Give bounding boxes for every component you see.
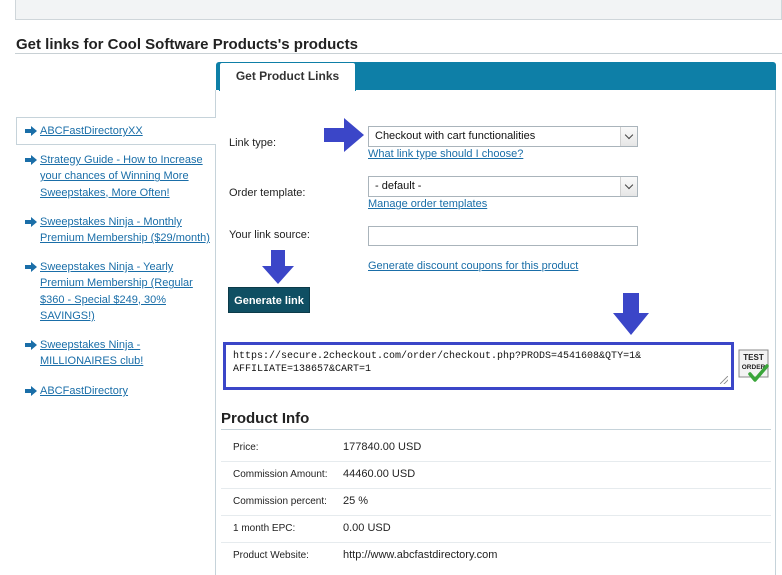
svg-text:TEST: TEST: [743, 353, 764, 362]
arrow-right-icon: [25, 126, 37, 136]
info-row-commission-percent: Commission percent: 25 %: [221, 489, 771, 516]
chevron-down-icon: [620, 177, 637, 196]
link-type-value: Checkout with cart functionalities: [375, 130, 536, 142]
order-template-value: - default -: [375, 180, 422, 192]
sidebar-item-ninja-monthly[interactable]: Sweepstakes Ninja - Monthly Premium Memb…: [25, 214, 210, 247]
resize-grip-icon[interactable]: [720, 376, 728, 384]
arrow-right-icon: [25, 386, 37, 396]
annotation-arrow-down-icon: [262, 250, 294, 284]
info-value: 44460.00 USD: [343, 468, 416, 480]
arrow-right-icon: [25, 262, 37, 272]
sidebar-item-abcfastdirectory[interactable]: ABCFastDirectory: [25, 383, 210, 399]
title-divider: [15, 53, 782, 54]
info-key: Price:: [233, 442, 259, 453]
sidebar-item-strategy-guide[interactable]: Strategy Guide - How to Increase your ch…: [25, 152, 210, 201]
test-order-icon[interactable]: TEST ORDER: [738, 349, 770, 383]
page-title: Get links for Cool Software Products's p…: [16, 36, 358, 53]
manage-templates-link[interactable]: Manage order templates: [368, 198, 487, 210]
info-row-epc: 1 month EPC: 0.00 USD: [221, 516, 771, 543]
info-key: Commission percent:: [233, 496, 327, 507]
info-row-price: Price: 177840.00 USD: [221, 435, 771, 462]
info-value: 25 %: [343, 495, 369, 507]
link-type-help-link[interactable]: What link type should I choose?: [368, 148, 523, 160]
link-source-label: Your link source:: [229, 229, 310, 241]
sidebar-item-label[interactable]: ABCFastDirectory: [25, 383, 210, 399]
arrow-right-icon: [25, 340, 37, 350]
annotation-arrow-down-icon: [613, 293, 649, 335]
annotation-arrow-right-icon: [324, 118, 364, 152]
info-row-website: Product Website: http://www.abcfastdirec…: [221, 543, 771, 570]
product-info-title: Product Info: [221, 410, 310, 427]
info-key: Product Website:: [233, 550, 309, 561]
info-value: http://www.abcfastdirectory.com: [343, 549, 498, 561]
sidebar-item-label[interactable]: Sweepstakes Ninja - Yearly Premium Membe…: [25, 259, 210, 324]
chevron-down-icon: [620, 127, 637, 146]
info-value: 177840.00 USD: [343, 441, 422, 453]
arrow-right-icon: [25, 217, 37, 227]
generate-link-button[interactable]: Generate link: [228, 287, 310, 313]
order-template-label: Order template:: [229, 187, 306, 199]
top-bar: [15, 0, 782, 20]
generated-link-line-1: https://secure.2checkout.com/order/check…: [233, 351, 642, 362]
sidebar-item-ninja-millionaires[interactable]: Sweepstakes Ninja - MILLIONAIRES club!: [25, 337, 210, 370]
info-key: Commission Amount:: [233, 469, 328, 480]
info-value: 0.00 USD: [343, 522, 391, 534]
sidebar-item-label[interactable]: Strategy Guide - How to Increase your ch…: [25, 152, 210, 201]
sidebar-item-abcfastdirectoryxx[interactable]: ABCFastDirectoryXX: [25, 123, 210, 139]
arrow-right-icon: [25, 155, 37, 165]
generated-link-textarea[interactable]: https://secure.2checkout.com/order/check…: [223, 342, 734, 390]
sidebar-item-label[interactable]: Sweepstakes Ninja - Monthly Premium Memb…: [25, 214, 210, 247]
link-type-label: Link type:: [229, 137, 277, 149]
product-info-divider: [221, 429, 771, 430]
sidebar-item-label[interactable]: Sweepstakes Ninja - MILLIONAIRES club!: [25, 337, 210, 370]
order-template-select[interactable]: - default -: [368, 176, 638, 197]
info-row-commission-amount: Commission Amount: 44460.00 USD: [221, 462, 771, 489]
link-type-select[interactable]: Checkout with cart functionalities: [368, 126, 638, 147]
tab-get-product-links[interactable]: Get Product Links: [219, 62, 356, 91]
sidebar-item-ninja-yearly[interactable]: Sweepstakes Ninja - Yearly Premium Membe…: [25, 259, 210, 324]
generate-coupons-link[interactable]: Generate discount coupons for this produ…: [368, 260, 578, 272]
info-key: 1 month EPC:: [233, 523, 296, 534]
generated-link-line-2: AFFILIATE=138657&CART=1: [233, 364, 372, 375]
sidebar-item-label[interactable]: ABCFastDirectoryXX: [25, 123, 210, 139]
link-source-input[interactable]: [368, 226, 638, 246]
